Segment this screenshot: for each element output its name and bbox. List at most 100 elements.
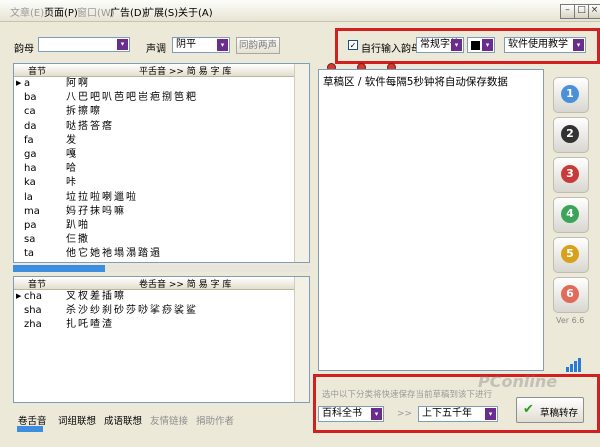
minimize-icon[interactable]: – [560, 4, 575, 19]
row-characters: 哒搭答瘩 [66, 120, 114, 132]
table-row[interactable]: sha 杀沙纱刹砂莎唦挲痧裟鲨 [14, 304, 309, 317]
grid-scrollbar[interactable] [294, 64, 309, 262]
row-pinyin: ca [24, 106, 36, 118]
number-1-icon: 1 [561, 85, 579, 103]
retroflex-grid: 音节 卷舌音 >> 简 易 字 库 ▶ cha 叉杈差插嚓 sha 杀沙纱刹砂莎唦挲痧裟… [13, 276, 310, 403]
grid-header: 音节 卷舌音 >> 简 易 字 库 [14, 277, 309, 290]
row-characters: 垃拉啦喇邋啦 [66, 191, 138, 203]
chevron-down-icon: ▾ [485, 408, 496, 420]
splitter-thumb[interactable] [13, 265, 105, 272]
side-button-5[interactable]: 5 [553, 237, 589, 273]
chevron-down-icon: ▾ [573, 39, 584, 51]
number-3-icon: 3 [561, 165, 579, 183]
row-characters: 杀沙纱刹砂莎唦挲痧裟鲨 [66, 305, 198, 317]
font-select[interactable]: 常规字体 ▾ [416, 37, 464, 53]
row-characters: 扎吒喳渣 [66, 319, 114, 331]
menu-about[interactable]: 关于(A) [178, 4, 213, 19]
table-row[interactable]: ▶ a 阿啊 [14, 77, 309, 90]
rhyme-input[interactable]: ▾ [38, 37, 130, 52]
number-4-icon: 4 [561, 205, 579, 223]
grid-header: 音节 平舌音 >> 简 易 字 库 [14, 64, 309, 77]
signal-bars-icon [566, 358, 584, 372]
draft-editor[interactable]: 草稿区 / 软件每隔5秒钟将自动保存数据 [318, 69, 544, 371]
table-row[interactable]: ma 妈孖抹吗嘛 [14, 205, 309, 218]
version-label: Ver 6.6 [556, 316, 585, 325]
same-rhyme-button[interactable]: 同韵两声 [236, 37, 280, 54]
row-pinyin: ka [24, 177, 36, 189]
save-hint: 选中以下分类将快速保存当前草稿到该下进行 [322, 390, 493, 400]
table-row[interactable]: fa 发 [14, 134, 309, 147]
number-5-icon: 5 [561, 245, 579, 263]
auto-input-label: 自行输入韵母 [361, 44, 421, 55]
chevron-down-icon: ▾ [482, 39, 493, 51]
menu-page[interactable]: 页面(P) [44, 4, 78, 19]
row-pinyin: ha [24, 163, 37, 175]
rhyme-label: 韵母 [14, 44, 34, 55]
tab-retroflex[interactable]: 卷舌音 [18, 413, 47, 427]
row-characters: 妈孖抹吗嘛 [66, 205, 126, 217]
tone-label: 声调 [146, 44, 166, 55]
row-pinyin: la [24, 191, 33, 203]
row-pinyin: sa [24, 234, 36, 246]
table-row[interactable]: ga 嘎 [14, 148, 309, 161]
tone-select[interactable]: 阴平 ▾ [172, 37, 230, 53]
close-icon[interactable]: × [588, 4, 600, 19]
row-pinyin: ga [24, 149, 37, 160]
chevron-down-icon: ▾ [371, 408, 382, 420]
row-pinyin: ma [24, 205, 40, 217]
table-row[interactable]: ba 八巴吧叭芭吧岜疤捌笆粑 [14, 91, 309, 104]
color-select[interactable]: ▾ [467, 37, 495, 53]
row-pinyin: a [24, 78, 31, 89]
side-button-3[interactable]: 3 [553, 157, 589, 193]
tab-links[interactable]: 友情链接 [150, 413, 188, 427]
subcategory-select[interactable]: 上下五千年 ▾ [418, 406, 498, 422]
splitter-bar[interactable] [13, 265, 310, 272]
row-characters: 哈 [66, 163, 78, 175]
row-pinyin: da [24, 120, 37, 132]
table-row[interactable]: ▶ cha 叉杈差插嚓 [14, 290, 309, 303]
row-characters: 他它她祂塌溻踏遢 [66, 248, 162, 260]
tab-donate[interactable]: 捐助作者 [196, 413, 234, 427]
row-characters: 拆擦嚓 [66, 106, 102, 118]
tab-phrase[interactable]: 词组联想 [58, 413, 96, 427]
category-select[interactable]: 百科全书 ▾ [318, 406, 384, 422]
row-characters: 趴啪 [66, 220, 90, 231]
row-pinyin: sha [24, 305, 42, 317]
table-row[interactable]: ha 哈 [14, 162, 309, 175]
maximize-icon[interactable]: □ [574, 4, 589, 19]
row-pinyin: cha [24, 291, 42, 302]
chevron-down-icon: ▾ [217, 39, 228, 51]
table-row[interactable]: ca 拆擦嚓 [14, 105, 309, 118]
row-characters: 仨撒 [66, 234, 90, 246]
row-pinyin: fa [24, 134, 34, 146]
menu-extend[interactable]: 扩展(S) [144, 4, 178, 19]
table-row[interactable]: da 哒搭答瘩 [14, 120, 309, 133]
save-draft-button[interactable]: ✔ 草稿转存 [516, 397, 584, 423]
number-2-icon: 2 [561, 125, 579, 143]
row-characters: 叉杈差插嚓 [66, 291, 126, 302]
table-row[interactable]: sa 仨撒 [14, 233, 309, 246]
side-button-1[interactable]: 1 [553, 77, 589, 113]
table-row[interactable]: zha 扎吒喳渣 [14, 318, 309, 331]
menu-article[interactable]: 文章(E) [10, 4, 44, 19]
rhyme-dropdown-icon[interactable]: ▾ [117, 39, 128, 50]
side-button-2[interactable]: 2 [553, 117, 589, 153]
table-row[interactable]: pa 趴啪 [14, 219, 309, 232]
row-characters: 八巴吧叭芭吧岜疤捌笆粑 [66, 92, 198, 104]
row-pointer-icon: ▶ [16, 79, 22, 87]
table-row[interactable]: ta 他它她祂塌溻踏遢 [14, 247, 309, 260]
table-row[interactable]: ka 咔 [14, 176, 309, 189]
side-button-6[interactable]: 6 [553, 277, 589, 313]
row-pinyin: ta [24, 248, 35, 260]
table-row[interactable]: la 垃拉啦喇邋啦 [14, 191, 309, 204]
row-pinyin: ba [24, 92, 37, 104]
tab-idiom[interactable]: 成语联想 [104, 413, 142, 427]
color-swatch [471, 41, 480, 50]
menu-ads[interactable]: 广告(D) [110, 4, 146, 19]
auto-input-checkbox[interactable]: ✓ [348, 40, 358, 50]
grid-scrollbar[interactable] [294, 277, 309, 402]
number-6-icon: 6 [561, 285, 579, 303]
tutorial-select[interactable]: 软件使用教学 ▾ [504, 37, 586, 53]
row-pinyin: zha [24, 319, 42, 331]
side-button-4[interactable]: 4 [553, 197, 589, 233]
